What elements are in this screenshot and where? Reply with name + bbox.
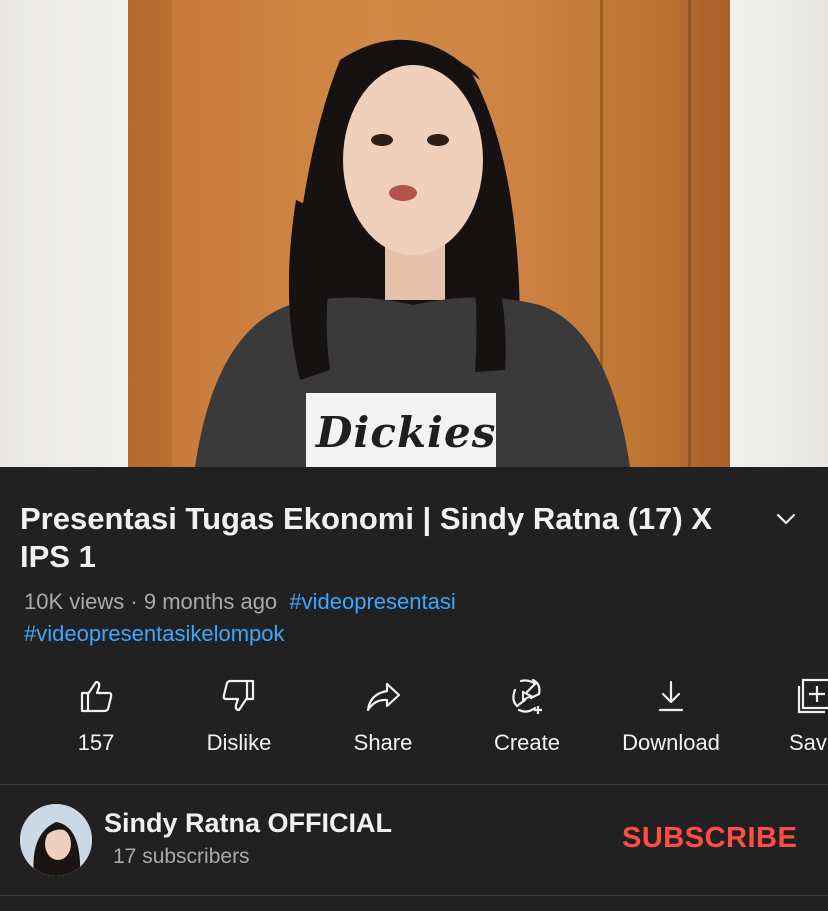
video-player[interactable]: Dickies <box>0 0 828 467</box>
create-sparkle-icon <box>512 678 542 714</box>
save-label: Sav <box>789 730 827 755</box>
like-button[interactable]: 157 <box>24 672 168 772</box>
upload-age: 9 months ago <box>143 589 278 614</box>
hashtag-link[interactable]: #videopresentasi <box>289 589 455 614</box>
subscriber-count: 17 subscribers <box>113 845 250 868</box>
thumbs-down-icon <box>222 679 255 712</box>
share-arrow-icon <box>366 682 401 712</box>
dislike-button[interactable]: Dislike <box>167 672 311 772</box>
create-button[interactable]: Create <box>455 672 599 772</box>
shirt-logo-text: Dickies <box>316 408 497 457</box>
action-row: 157 Dislike Share Create Download Sav <box>0 672 828 772</box>
create-label: Create <box>493 730 561 755</box>
hashtag-link[interactable]: #videopresentasikelompok <box>24 621 285 646</box>
share-label: Share <box>353 730 413 755</box>
divider <box>0 895 828 896</box>
add-to-playlist-icon <box>797 678 828 714</box>
like-count: 157 <box>77 730 115 755</box>
dislike-label: Dislike <box>206 730 272 755</box>
share-button[interactable]: Share <box>311 672 455 772</box>
video-title[interactable]: Presentasi Tugas Ekonomi | Sindy Ratna (… <box>20 500 740 576</box>
meta-separator: · <box>130 589 138 614</box>
subscribe-button[interactable]: SUBSCRIBE <box>622 822 797 855</box>
avatar[interactable] <box>20 804 92 876</box>
download-label: Download <box>622 730 720 755</box>
presenter-figure <box>195 39 630 467</box>
thumbs-up-icon <box>80 680 113 713</box>
download-icon <box>658 680 684 712</box>
download-button[interactable]: Download <box>599 672 743 772</box>
save-button[interactable]: Sav <box>743 672 828 772</box>
channel-avatar-image <box>20 804 92 876</box>
channel-name[interactable]: Sindy Ratna OFFICIAL <box>104 808 392 839</box>
view-count: 10K views <box>24 589 125 614</box>
divider <box>0 784 828 785</box>
video-meta: 10K views · 9 months ago #videopresentas… <box>24 586 764 650</box>
chevron-down-icon[interactable] <box>772 507 800 531</box>
